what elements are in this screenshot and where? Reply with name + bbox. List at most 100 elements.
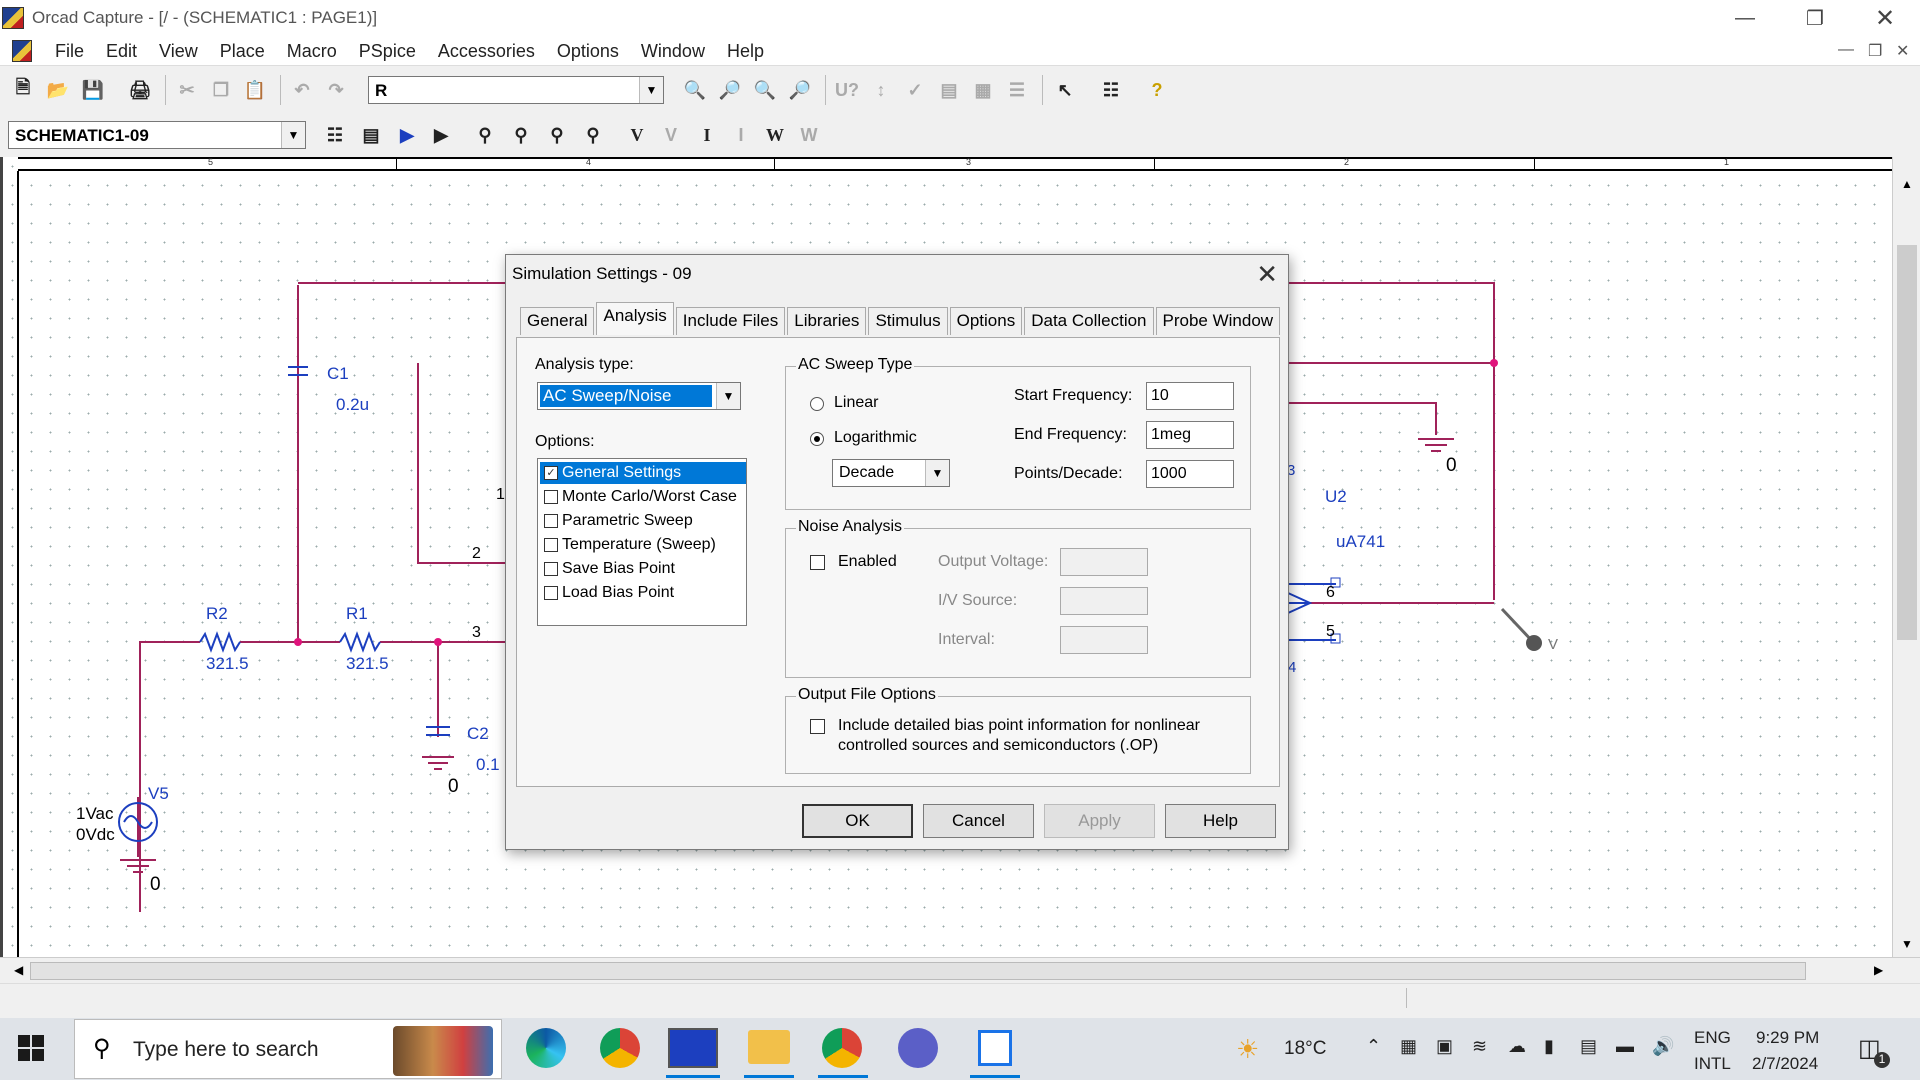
tab-options[interactable]: Options (949, 307, 1023, 335)
tab-libraries[interactable]: Libraries (787, 307, 867, 335)
option-parametric-sweep[interactable]: Parametric Sweep (540, 510, 746, 532)
minimize-button[interactable]: — (1710, 0, 1780, 36)
tab-probe-window[interactable]: Probe Window (1155, 307, 1281, 335)
undo-icon[interactable]: ↶ (287, 75, 317, 105)
checkbox[interactable] (544, 562, 558, 576)
interval-input[interactable] (1060, 626, 1148, 654)
edge-icon[interactable] (526, 1028, 566, 1068)
chevron-down-icon[interactable]: ▼ (925, 460, 949, 486)
menu-place[interactable]: Place (209, 40, 276, 62)
tab-stimulus[interactable]: Stimulus (868, 307, 948, 335)
speaker-icon[interactable]: 🔊 (1652, 1036, 1674, 1057)
paste-icon[interactable]: 📋 (240, 75, 270, 105)
document-icon[interactable] (12, 40, 32, 62)
bias-current-toggle-icon[interactable]: I (726, 120, 756, 150)
drc-icon[interactable]: ✓ (900, 75, 930, 105)
app-window-icon[interactable] (978, 1030, 1012, 1066)
redo-icon[interactable]: ↷ (321, 75, 351, 105)
apply-button[interactable]: Apply (1044, 804, 1155, 838)
copy-icon[interactable]: ❐ (206, 75, 236, 105)
bias-info-checkbox[interactable] (810, 719, 825, 734)
doc-restore-button[interactable]: ❐ (1868, 41, 1882, 61)
camera-icon[interactable]: ▣ (1436, 1036, 1453, 1057)
edit-profile-icon[interactable]: ▤ (356, 120, 386, 150)
tab-general[interactable]: General (520, 307, 595, 335)
netlist-icon[interactable]: ▤ (934, 75, 964, 105)
menu-macro[interactable]: Macro (276, 40, 348, 62)
open-icon[interactable]: 📂 (43, 75, 73, 105)
cut-icon[interactable]: ✂ (172, 75, 202, 105)
option-save-bias-point[interactable]: Save Bias Point (540, 558, 746, 580)
chevron-down-icon[interactable]: ▼ (639, 77, 663, 103)
option-temperature-sweep[interactable]: Temperature (Sweep) (540, 534, 746, 556)
simulation-profile-combo[interactable]: SCHEMATIC1-09 ▼ (8, 121, 306, 149)
language-primary[interactable]: ENG (1694, 1028, 1731, 1048)
voltage-marker-icon[interactable]: ⚲ (470, 120, 500, 150)
tab-include-files[interactable]: Include Files (675, 307, 786, 335)
tab-data-collection[interactable]: Data Collection (1024, 307, 1154, 335)
view-results-icon[interactable]: ▶ (426, 120, 456, 150)
file-explorer-icon[interactable] (748, 1030, 790, 1064)
app-tray-icon[interactable]: ▦ (1400, 1036, 1417, 1057)
menu-view[interactable]: View (148, 40, 209, 62)
windows-start-icon[interactable] (18, 1035, 44, 1061)
language-secondary[interactable]: INTL (1694, 1054, 1731, 1074)
annotate-icon[interactable]: U? (832, 75, 862, 105)
menu-file[interactable]: File (44, 40, 95, 62)
project-manager-icon[interactable]: ☷ (1096, 75, 1126, 105)
scroll-up-icon[interactable]: ▲ (1901, 177, 1913, 191)
option-load-bias-point[interactable]: Load Bias Point (540, 582, 746, 604)
power-marker-icon[interactable]: ⚲ (578, 120, 608, 150)
scroll-thumb[interactable] (1897, 245, 1917, 640)
option-monte-carlo[interactable]: Monte Carlo/Worst Case (540, 486, 746, 508)
checkbox[interactable] (544, 538, 558, 552)
scroll-thumb[interactable] (30, 962, 1806, 980)
logarithmic-radio[interactable] (810, 432, 824, 446)
cancel-button[interactable]: Cancel (923, 804, 1034, 838)
analysis-type-select[interactable]: AC Sweep/Noise ▼ (537, 382, 741, 410)
checkbox[interactable] (544, 514, 558, 528)
weather-icon[interactable]: ☀ (1236, 1034, 1259, 1065)
cross-reference-icon[interactable]: ▦ (968, 75, 998, 105)
horizontal-scrollbar[interactable]: ◀ ▶ (0, 957, 1920, 983)
bias-power-toggle-icon[interactable]: W (794, 120, 824, 150)
menu-edit[interactable]: Edit (95, 40, 148, 62)
save-icon[interactable]: 💾 (78, 75, 108, 105)
clock-time[interactable]: 9:29 PM (1756, 1028, 1819, 1048)
zoom-out-icon[interactable]: 🔎 (715, 75, 745, 105)
menu-window[interactable]: Window (630, 40, 716, 62)
options-list[interactable]: ✓ General Settings Monte Carlo/Worst Case… (537, 458, 747, 626)
output-voltage-input[interactable] (1060, 548, 1148, 576)
chevron-down-icon[interactable]: ▼ (716, 383, 740, 409)
part-search-combo[interactable]: R ▼ (368, 76, 664, 104)
current-marker-icon[interactable]: ⚲ (542, 120, 572, 150)
log-unit-select[interactable]: Decade ▼ (832, 459, 950, 487)
bias-voltage-icon[interactable]: V (622, 120, 652, 150)
checkbox[interactable] (544, 490, 558, 504)
chevron-up-icon[interactable]: ⌃ (1366, 1036, 1381, 1057)
zoom-all-icon[interactable]: 🔎 (785, 75, 815, 105)
start-frequency-input[interactable]: 10 (1146, 382, 1234, 410)
iv-source-input[interactable] (1060, 587, 1148, 615)
microphone-icon[interactable]: ▮ (1544, 1036, 1554, 1057)
bias-voltage-toggle-icon[interactable]: V (656, 120, 686, 150)
doc-close-button[interactable]: ✕ (1896, 41, 1909, 61)
scroll-down-icon[interactable]: ▼ (1901, 937, 1913, 951)
new-icon[interactable]: 🗎 (8, 75, 38, 105)
weather-temp[interactable]: 18°C (1284, 1038, 1326, 1060)
scroll-right-icon[interactable]: ▶ (1874, 963, 1883, 977)
run-simulation-icon[interactable]: ▶ (392, 120, 422, 150)
close-button[interactable]: ✕ (1850, 0, 1920, 36)
print-icon[interactable]: 🖨 (125, 75, 155, 105)
doc-minimize-button[interactable]: — (1838, 41, 1854, 59)
new-profile-icon[interactable]: ☷ (320, 120, 350, 150)
help-button[interactable]: Help (1165, 804, 1276, 838)
scroll-left-icon[interactable]: ◀ (14, 963, 23, 977)
taskbar-search-box[interactable]: ⚲ Type here to search (74, 1019, 502, 1079)
menu-help[interactable]: Help (716, 40, 775, 62)
display-icon[interactable]: ▤ (1580, 1036, 1597, 1057)
checkbox-checked[interactable]: ✓ (544, 466, 558, 480)
orcad-taskbar-icon[interactable] (668, 1028, 718, 1068)
linear-radio[interactable] (810, 397, 824, 411)
noise-enabled-checkbox[interactable] (810, 555, 825, 570)
